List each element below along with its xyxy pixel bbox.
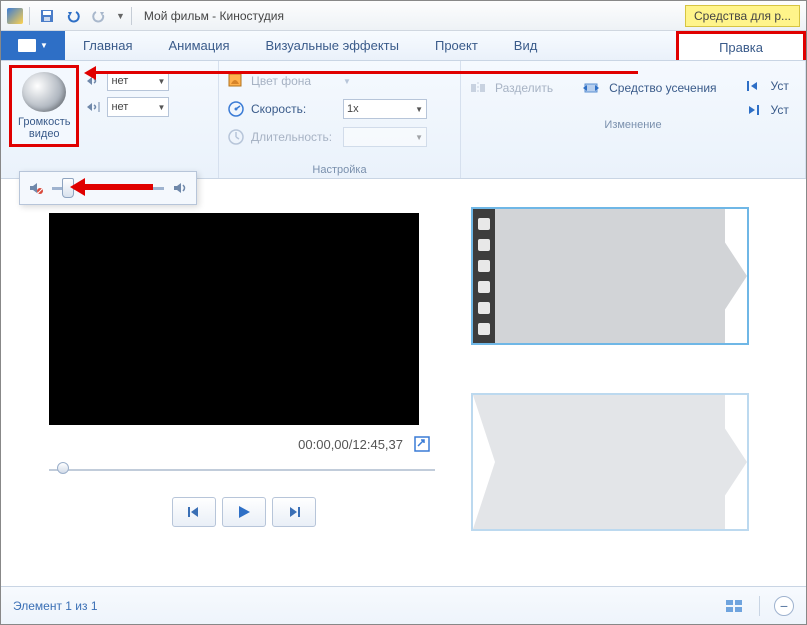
undo-button[interactable] (62, 5, 84, 27)
app-icon (7, 8, 23, 24)
clip-thumbnail-2[interactable] (471, 393, 749, 531)
video-preview[interactable] (49, 213, 419, 425)
tab-main[interactable]: Главная (65, 31, 150, 60)
split-button: Разделить (469, 79, 553, 97)
window-title: Мой фильм - Киностудия (144, 9, 284, 23)
content-area: 00:00,00/12:45,37 (1, 179, 806, 584)
next-frame-button[interactable] (272, 497, 316, 527)
file-menu-button[interactable]: ▼ (1, 31, 65, 60)
duration-icon (227, 128, 245, 146)
play-icon (235, 505, 253, 519)
prev-frame-button[interactable] (172, 497, 216, 527)
video-volume-button[interactable]: Громкость видео (9, 65, 79, 147)
chevron-down-icon: ▼ (40, 41, 48, 50)
duration-label: Длительность: (251, 130, 337, 144)
status-element-count: Элемент 1 из 1 (13, 599, 98, 613)
status-bar: Элемент 1 из 1 − (1, 586, 806, 624)
speaker-large-icon (22, 72, 66, 112)
fade-out-combo[interactable]: нет▼ (107, 97, 169, 117)
bg-color-icon (227, 72, 245, 90)
save-button[interactable] (36, 5, 58, 27)
redo-button[interactable] (88, 5, 110, 27)
fade-out-icon (85, 100, 103, 114)
save-icon (39, 8, 55, 24)
thumbnails-view-icon[interactable] (725, 597, 745, 615)
seek-thumb[interactable] (57, 462, 69, 474)
trim-icon (581, 79, 601, 97)
ribbon: Громкость видео нет▼ нет▼ (1, 61, 806, 179)
prev-frame-icon (185, 505, 203, 519)
speed-combo[interactable]: 1x▼ (343, 99, 427, 119)
speaker-mute-icon (28, 180, 44, 196)
timeline-pane (471, 179, 806, 584)
set-end-icon (745, 103, 763, 117)
chevron-down-icon[interactable]: ▼ (343, 77, 351, 86)
set-end-button[interactable]: Уст (745, 103, 789, 117)
speaker-icon (172, 180, 188, 196)
split-icon (469, 79, 487, 97)
context-tab-hint: Средства для р... (685, 5, 800, 27)
tab-visual-effects[interactable]: Визуальные эффекты (248, 31, 417, 60)
qat-dropdown[interactable]: ▼ (116, 11, 125, 21)
tab-animation[interactable]: Анимация (150, 31, 247, 60)
video-volume-label: Громкость видео (18, 116, 70, 140)
trim-tool-button[interactable]: Средство усечения (581, 79, 716, 97)
file-icon (18, 39, 36, 52)
preview-pane: 00:00,00/12:45,37 (1, 179, 471, 584)
set-start-button[interactable]: Уст (745, 79, 789, 93)
duration-combo: ▼ (343, 127, 427, 147)
redo-icon (91, 8, 107, 24)
filmstrip-icon (473, 209, 495, 343)
speed-label: Скорость: (251, 102, 337, 116)
ribbon-tabs: ▼ Главная Анимация Визуальные эффекты Пр… (1, 31, 806, 61)
change-group-label: Изменение (469, 117, 797, 131)
clip-thumbnail-1[interactable] (471, 207, 749, 345)
zoom-out-button[interactable]: − (774, 596, 794, 616)
qat-separator-2 (131, 7, 132, 25)
tab-edit[interactable]: Правка (676, 31, 806, 60)
title-bar: ▼ Мой фильм - Киностудия Средства для р.… (1, 1, 806, 31)
play-button[interactable] (222, 497, 266, 527)
undo-icon (65, 8, 81, 24)
fade-in-combo[interactable]: нет▼ (107, 71, 169, 91)
qat-separator (29, 7, 30, 25)
settings-group-label: Настройка (227, 162, 452, 176)
fullscreen-icon[interactable] (413, 435, 431, 453)
set-start-icon (745, 79, 763, 93)
time-display: 00:00,00/12:45,37 (298, 437, 403, 452)
annotation-arrow-volume (61, 179, 153, 195)
speed-icon (227, 100, 245, 118)
seek-bar[interactable] (49, 467, 435, 473)
annotation-arrow-tabs (89, 71, 638, 74)
tab-project[interactable]: Проект (417, 31, 496, 60)
bg-color-label[interactable]: Цвет фона (251, 74, 337, 88)
next-frame-icon (285, 505, 303, 519)
tab-view[interactable]: Вид (496, 31, 556, 60)
